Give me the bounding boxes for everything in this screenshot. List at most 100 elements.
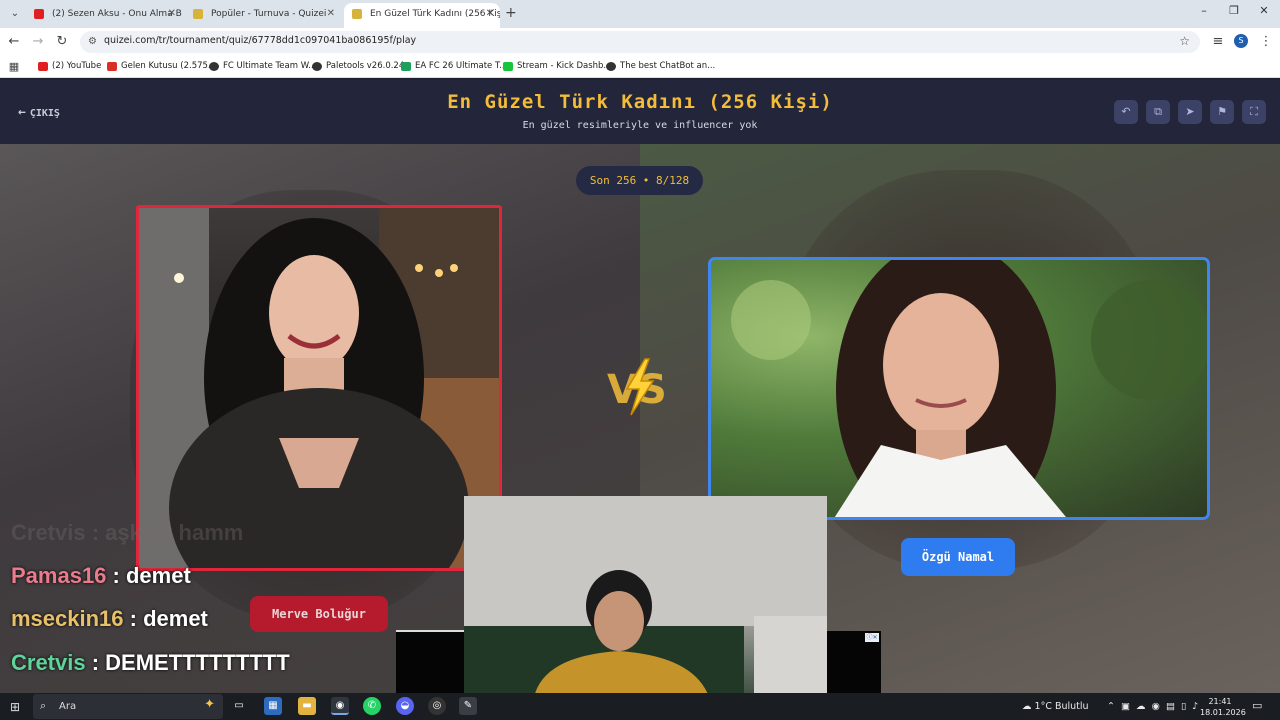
tab-title: En Güzel Türk Kadını (256 Kişi): [370, 9, 500, 19]
bookmark-item[interactable]: Paletools v26.0.24: [312, 61, 404, 71]
woman-white-shirt-photo: [731, 260, 1207, 517]
share-icon[interactable]: ⧉: [1146, 100, 1170, 124]
chat-username: mseckin16: [11, 606, 124, 631]
taskbar-search-box[interactable]: ⌕ Ara ✦: [33, 694, 223, 719]
tab-search-icon[interactable]: ⌄: [6, 5, 24, 23]
ea-icon: [401, 62, 411, 71]
bookmark-item[interactable]: EA FC 26 Ultimate T...: [401, 61, 507, 71]
browser-menu-icon[interactable]: ⋮: [1258, 34, 1274, 50]
gmail-icon: [107, 62, 117, 71]
chat-message: Cretvis : DEMETTTTTTTTT: [11, 650, 290, 676]
bookmarks-bar: ▦ (2) YouTube Gelen Kutusu (2.575... FC …: [0, 56, 1280, 78]
whatsapp-icon[interactable]: ✆: [363, 697, 381, 715]
globe-icon: [209, 62, 219, 71]
windows-taskbar: ⊞ ⌕ Ara ✦ ▭ ▦ ▬ ◉ ✆ ◒ ◎ ✎ ☁ 1°C Bulutlu …: [0, 693, 1280, 720]
tray-app-icon[interactable]: ▣: [1121, 701, 1130, 712]
volume-icon[interactable]: ♪: [1192, 701, 1198, 712]
restore-icon[interactable]: ❐: [1226, 4, 1242, 17]
fullscreen-icon[interactable]: ⛶: [1242, 100, 1266, 124]
chevron-up-icon[interactable]: ⌃: [1107, 701, 1115, 712]
task-view-icon[interactable]: ▭: [230, 697, 248, 715]
webcam-feed: [464, 496, 827, 697]
ad-choices-box[interactable]: ⓘ✕: [827, 631, 881, 693]
bookmark-item[interactable]: (2) YouTube: [38, 61, 101, 71]
send-icon[interactable]: ➤: [1178, 100, 1202, 124]
calculator-icon[interactable]: ▦: [264, 697, 282, 715]
chat-text: : DEMETTTTTTTTT: [85, 650, 290, 675]
chat-username: Cretvis: [11, 650, 86, 675]
forward-arrow-icon[interactable]: →: [30, 34, 46, 50]
ad-choices-icon[interactable]: ⓘ✕: [865, 633, 879, 642]
quiz-title: En Güzel Türk Kadını (256 Kişi): [447, 91, 833, 113]
bookmark-item[interactable]: Stream - Kick Dashb...: [503, 61, 612, 71]
chrome-icon[interactable]: ◉: [331, 697, 349, 715]
undo-icon[interactable]: ↶: [1114, 100, 1138, 124]
cloud-icon: ☁: [1022, 701, 1032, 712]
browser-tab-strip: ⌄ (2) Sezen Aksu - Onu Alma Ben ✕ Popüle…: [0, 0, 1280, 28]
notification-icon[interactable]: ▭: [1252, 699, 1262, 712]
bookmark-item[interactable]: The best ChatBot an...: [606, 61, 715, 71]
obs-icon[interactable]: ◎: [428, 697, 446, 715]
url-text: quizei.com/tr/tournament/quiz/67778dd1c0…: [104, 35, 417, 46]
chat-text: : demet: [123, 606, 208, 631]
security-icon[interactable]: ◉: [1152, 701, 1160, 712]
search-highlight-icon: ✦: [204, 697, 215, 712]
quizei-favicon-icon: [352, 9, 362, 19]
notepad-icon[interactable]: ✎: [459, 697, 477, 715]
network-icon[interactable]: ▯: [1181, 701, 1186, 712]
new-tab-plus-icon[interactable]: +: [505, 5, 517, 21]
close-window-icon[interactable]: ✕: [1256, 4, 1272, 17]
chat-message: mseckin16 : demet: [11, 606, 208, 632]
address-toolbar: ← → ↻ ⚙ quizei.com/tr/tournament/quiz/67…: [0, 28, 1280, 56]
left-contestant-name-button[interactable]: Merve Boluğur: [250, 596, 388, 632]
tab-title: (2) Sezen Aksu - Onu Alma Ben: [52, 9, 182, 19]
browser-tab[interactable]: Popüler - Turnuva - Quizei ✕: [185, 3, 341, 28]
cloud-sync-icon[interactable]: ☁: [1136, 701, 1146, 712]
globe-icon: [312, 62, 322, 71]
taskbar-search-label: Ara: [59, 701, 77, 712]
bookmark-item[interactable]: FC Ultimate Team W...: [209, 61, 316, 71]
youtube-favicon-icon: [34, 9, 44, 19]
profile-avatar[interactable]: S: [1234, 34, 1248, 48]
close-tab-icon[interactable]: ✕: [168, 3, 176, 25]
right-choice-image[interactable]: [708, 257, 1210, 520]
weather-widget[interactable]: ☁ 1°C Bulutlu: [1022, 701, 1089, 712]
chat-message: Pamas16 : demet: [11, 563, 191, 589]
quiz-header: ← ÇIKIŞ En Güzel Türk Kadını (256 Kişi) E…: [0, 80, 1280, 144]
left-choice-image[interactable]: [136, 205, 502, 571]
browser-tab[interactable]: (2) Sezen Aksu - Onu Alma Ben ✕: [26, 3, 182, 28]
chat-text: : demet: [106, 563, 191, 588]
file-explorer-icon[interactable]: ▬: [298, 697, 316, 715]
tray-app-icon[interactable]: ▤: [1166, 701, 1175, 712]
chat-username: Pamas16: [11, 563, 107, 588]
youtube-icon: [38, 62, 48, 71]
tab-title: Popüler - Turnuva - Quizei: [211, 9, 327, 19]
quiz-subtitle: En güzel resimleriyle ve influencer yok: [522, 120, 758, 131]
kick-icon: [503, 62, 513, 71]
tray-icons[interactable]: ⌃ ▣ ☁ ◉ ▤ ▯ ♪: [1107, 701, 1198, 712]
reload-icon[interactable]: ↻: [54, 34, 70, 50]
overlay-black-panel: [396, 630, 464, 693]
clock-date: 18.01.2026: [1200, 708, 1246, 717]
close-tab-icon[interactable]: ✕: [486, 3, 494, 25]
back-arrow-icon[interactable]: ←: [6, 34, 22, 50]
minimize-icon[interactable]: –: [1196, 4, 1212, 17]
clock[interactable]: 21:41 18.01.2026: [1200, 696, 1246, 718]
round-badge: Son 256 • 8/128: [576, 166, 703, 195]
search-icon: ⌕: [40, 699, 47, 712]
flag-icon[interactable]: ⚑: [1210, 100, 1234, 124]
bookmark-item[interactable]: Gelen Kutusu (2.575...: [107, 61, 216, 71]
right-contestant-name-button[interactable]: Özgü Namal: [901, 538, 1015, 576]
clock-time: 21:41: [1208, 697, 1232, 706]
url-bar[interactable]: ⚙ quizei.com/tr/tournament/quiz/67778dd1…: [80, 31, 1200, 53]
streamer-webcam-image: [464, 496, 827, 697]
chat-faded-line: Cretvis : aşk 10 hamm: [11, 520, 244, 545]
site-settings-icon[interactable]: ⚙: [88, 36, 97, 47]
apps-grid-icon[interactable]: ▦: [6, 59, 22, 75]
browser-tab-active[interactable]: En Güzel Türk Kadını (256 Kişi) ✕: [344, 3, 500, 28]
bookmark-star-icon[interactable]: ☆: [1179, 34, 1190, 48]
reading-list-icon[interactable]: ≡: [1210, 34, 1226, 50]
windows-start-icon[interactable]: ⊞: [10, 700, 20, 714]
discord-icon[interactable]: ◒: [396, 697, 414, 715]
close-tab-icon[interactable]: ✕: [327, 3, 335, 25]
